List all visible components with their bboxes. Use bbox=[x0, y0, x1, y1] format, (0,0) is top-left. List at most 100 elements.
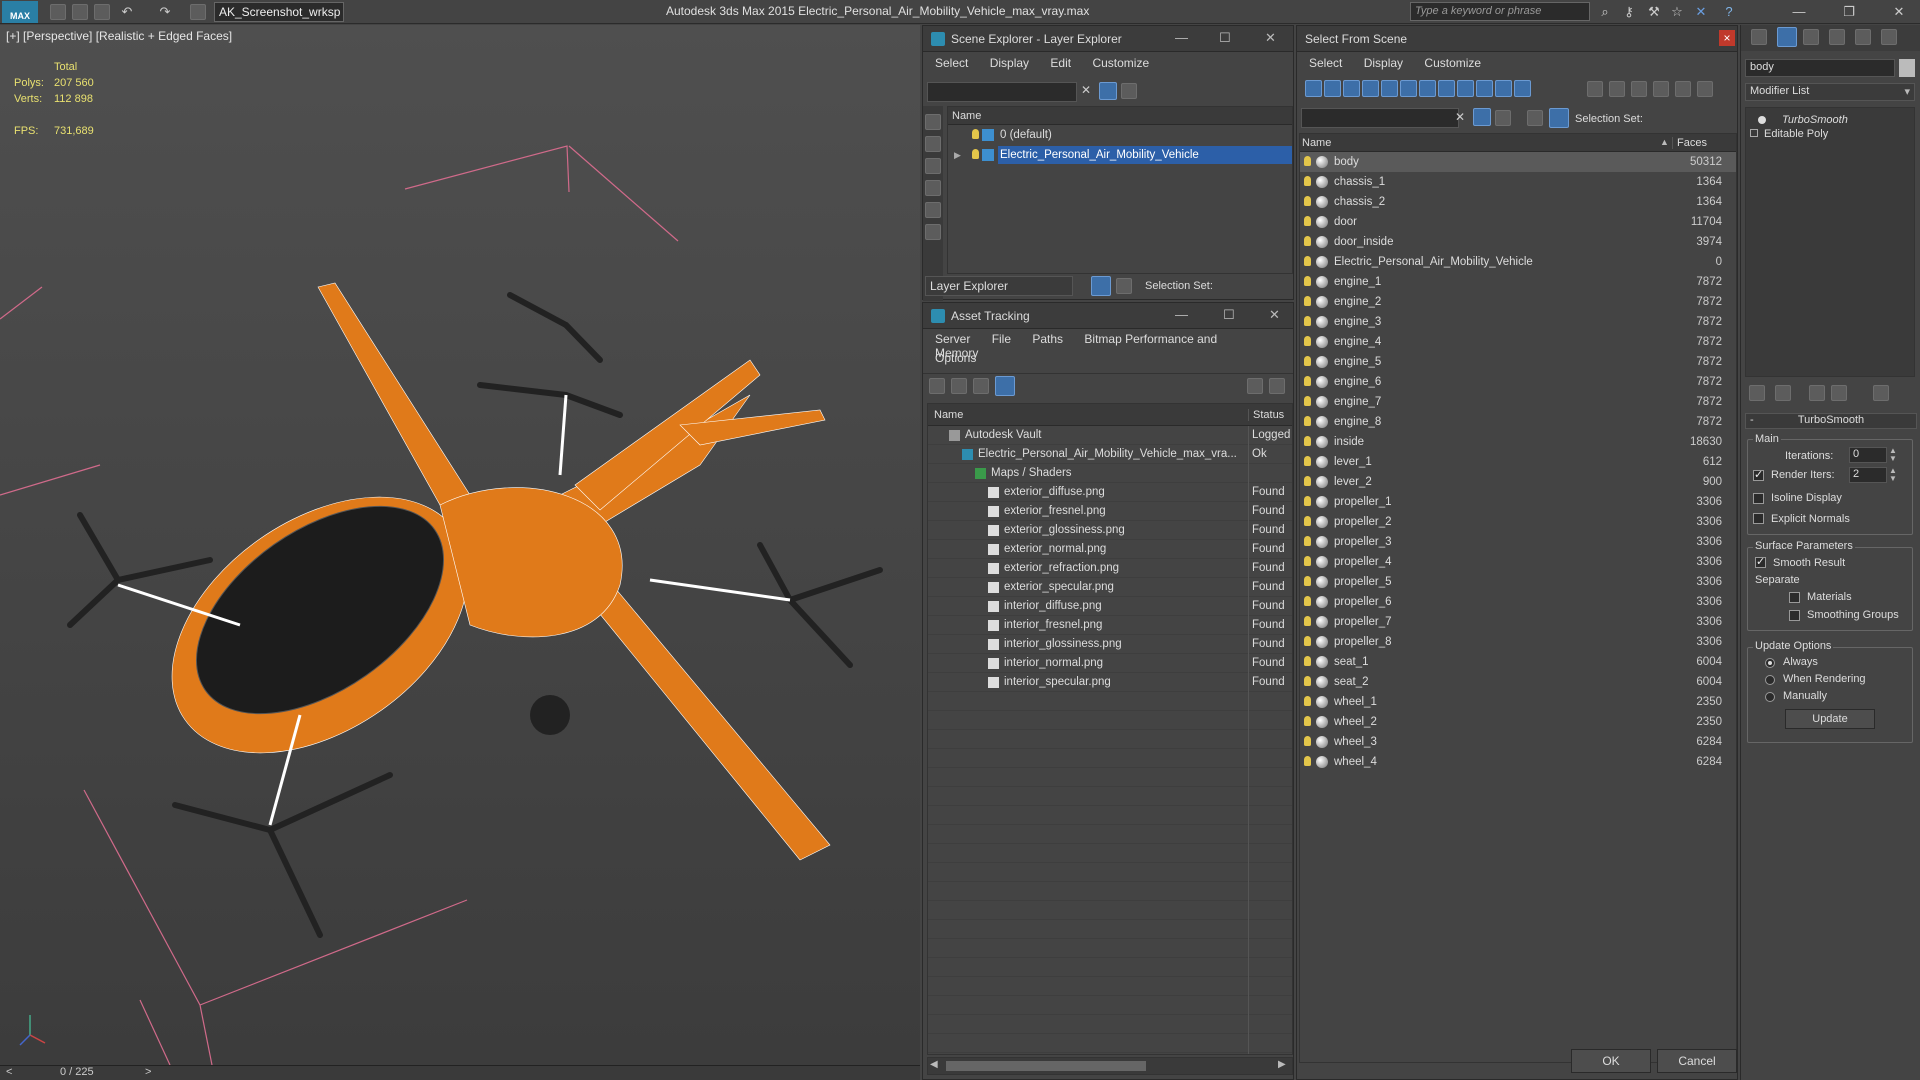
bulb-icon[interactable] bbox=[1304, 516, 1311, 526]
make-unique-icon[interactable] bbox=[1809, 385, 1825, 401]
object-row[interactable]: seat_1 6004 bbox=[1300, 652, 1736, 672]
display-tab-icon[interactable] bbox=[1855, 29, 1871, 45]
options-icon[interactable] bbox=[1697, 81, 1713, 97]
hierarchy-icon[interactable] bbox=[1549, 108, 1569, 128]
scroll-left-icon[interactable]: ◀ bbox=[930, 1059, 938, 1070]
display-spacewarps-icon[interactable] bbox=[925, 224, 941, 240]
display-all-icon[interactable] bbox=[925, 136, 941, 152]
bulb-icon[interactable] bbox=[1304, 736, 1311, 746]
bulb-icon[interactable] bbox=[1304, 296, 1311, 306]
object-row[interactable]: engine_1 7872 bbox=[1300, 272, 1736, 292]
key-icon[interactable]: ⚷ bbox=[1620, 3, 1638, 21]
object-row[interactable]: propeller_6 3306 bbox=[1300, 592, 1736, 612]
object-row[interactable]: propeller_2 3306 bbox=[1300, 512, 1736, 532]
bulb-icon[interactable] bbox=[1304, 236, 1311, 246]
find-input[interactable] bbox=[1301, 108, 1459, 128]
asset-tracking-titlebar[interactable]: Asset Tracking — ☐ ✕ bbox=[923, 303, 1293, 329]
object-row[interactable]: engine_6 7872 bbox=[1300, 372, 1736, 392]
layer-col-name[interactable]: Name bbox=[948, 107, 1292, 125]
bulb-icon[interactable] bbox=[1304, 536, 1311, 546]
create-tab-icon[interactable] bbox=[1751, 29, 1767, 45]
shapes-filter-icon[interactable] bbox=[1324, 80, 1341, 97]
explorer-type-dropdown[interactable]: Layer Explorer bbox=[925, 276, 1073, 296]
show-end-result-icon[interactable] bbox=[1775, 385, 1791, 401]
spinner-arrows-icon[interactable]: ▲ ▼ bbox=[1889, 467, 1897, 483]
help-icon[interactable] bbox=[1247, 378, 1263, 394]
configure-sets-icon[interactable] bbox=[1873, 385, 1889, 401]
stack-item-turbosmooth[interactable]: TurboSmooth bbox=[1758, 114, 1848, 126]
object-row[interactable]: wheel_2 2350 bbox=[1300, 712, 1736, 732]
object-row[interactable]: engine_5 7872 bbox=[1300, 352, 1736, 372]
menu-customize[interactable]: Customize bbox=[1092, 56, 1149, 70]
object-row[interactable]: inside 18630 bbox=[1300, 432, 1736, 452]
expand-arrow-icon[interactable]: ▶ bbox=[954, 145, 961, 165]
bulb-icon[interactable] bbox=[1304, 416, 1311, 426]
expand-box-icon[interactable] bbox=[1750, 129, 1758, 137]
hidden-filter-icon[interactable] bbox=[1514, 80, 1531, 97]
object-row[interactable]: propeller_7 3306 bbox=[1300, 612, 1736, 632]
subscription-icon[interactable]: ⚒ bbox=[1645, 3, 1663, 21]
object-row[interactable]: Electric_Personal_Air_Mobility_Vehicle 0 bbox=[1300, 252, 1736, 272]
object-row[interactable]: door_inside 3974 bbox=[1300, 232, 1736, 252]
bulb-icon[interactable] bbox=[1304, 216, 1311, 226]
filter-icon[interactable] bbox=[1099, 82, 1117, 100]
configure-icon[interactable] bbox=[1675, 81, 1691, 97]
containers-filter-icon[interactable] bbox=[1476, 80, 1493, 97]
cancel-button[interactable]: Cancel bbox=[1657, 1049, 1737, 1073]
time-slider[interactable]: < 0 / 225 > bbox=[0, 1065, 920, 1080]
object-color-swatch[interactable] bbox=[1899, 59, 1915, 77]
object-row[interactable]: door 11704 bbox=[1300, 212, 1736, 232]
menu-customize[interactable]: Customize bbox=[1424, 56, 1481, 70]
render-iters-spinner[interactable]: 2 bbox=[1849, 467, 1887, 483]
list-view-icon[interactable] bbox=[951, 378, 967, 394]
menu-paths[interactable]: Paths bbox=[1032, 332, 1063, 346]
bulb-icon[interactable] bbox=[1304, 676, 1311, 686]
bulb-icon[interactable] bbox=[1304, 756, 1311, 766]
always-radio[interactable] bbox=[1765, 658, 1775, 668]
perspective-viewport[interactable]: [+] [Perspective] [Realistic + Edged Fac… bbox=[0, 25, 920, 1065]
maximize-icon[interactable]: ☐ bbox=[1219, 30, 1231, 46]
asset-row[interactable]: exterior_diffuse.png Found bbox=[928, 483, 1292, 502]
object-row[interactable]: wheel_4 6284 bbox=[1300, 752, 1736, 772]
layer-row[interactable]: ▶ Electric_Personal_Air_Mobility_Vehicle bbox=[948, 145, 1292, 165]
menu-server[interactable]: Server bbox=[935, 332, 970, 346]
menu-display[interactable]: Display bbox=[1364, 56, 1403, 70]
bones-filter-icon[interactable] bbox=[1457, 80, 1474, 97]
bulb-icon[interactable] bbox=[1304, 456, 1311, 466]
bulb-icon[interactable] bbox=[1304, 316, 1311, 326]
binoculars-icon[interactable]: ⌕ bbox=[1596, 3, 1614, 21]
geometry-filter-icon[interactable] bbox=[1305, 80, 1322, 97]
scene-explorer-titlebar[interactable]: Scene Explorer - Layer Explorer — ☐ ✕ bbox=[923, 26, 1293, 52]
bulb-icon[interactable] bbox=[972, 149, 979, 159]
object-row[interactable]: engine_4 7872 bbox=[1300, 332, 1736, 352]
clear-icon[interactable]: ✕ bbox=[1081, 83, 1091, 97]
utilities-tab-icon[interactable] bbox=[1881, 29, 1897, 45]
rollout-header[interactable]: - TurboSmooth bbox=[1745, 413, 1917, 429]
object-row[interactable]: propeller_4 3306 bbox=[1300, 552, 1736, 572]
modifier-list-dropdown[interactable]: Modifier List ▾ bbox=[1745, 83, 1915, 101]
asset-col-status[interactable]: Status bbox=[1248, 409, 1284, 421]
close-app-icon[interactable]: ✕ bbox=[1890, 3, 1908, 21]
close-icon[interactable]: ✕ bbox=[1265, 30, 1276, 46]
select-all-icon[interactable] bbox=[1587, 81, 1603, 97]
project-folder-icon[interactable] bbox=[190, 4, 206, 20]
bulb-icon[interactable] bbox=[1304, 156, 1311, 166]
settings-icon[interactable] bbox=[1269, 378, 1285, 394]
menu-file[interactable]: File bbox=[992, 332, 1011, 346]
close-icon[interactable]: ✕ bbox=[1269, 307, 1280, 323]
spinner-arrows-icon[interactable]: ▲ ▼ bbox=[1889, 447, 1897, 463]
thumbnail-view-icon[interactable] bbox=[973, 378, 989, 394]
asset-row[interactable]: Electric_Personal_Air_Mobility_Vehicle_m… bbox=[928, 445, 1292, 464]
filter-list-icon[interactable] bbox=[1653, 81, 1669, 97]
frozen-filter-icon[interactable] bbox=[1495, 80, 1512, 97]
materials-checkbox[interactable] bbox=[1789, 592, 1800, 603]
layer-stack-icon[interactable] bbox=[982, 129, 994, 141]
help-icon[interactable]: ? bbox=[1720, 3, 1738, 21]
bulb-icon[interactable] bbox=[1304, 336, 1311, 346]
bulb-icon[interactable] bbox=[1304, 696, 1311, 706]
asset-row[interactable]: interior_glossiness.png Found bbox=[928, 635, 1292, 654]
collapse-icon[interactable]: - bbox=[1750, 414, 1754, 426]
menu-select[interactable]: Select bbox=[935, 56, 968, 70]
iterations-spinner[interactable]: 0 bbox=[1849, 447, 1887, 463]
motion-tab-icon[interactable] bbox=[1829, 29, 1845, 45]
